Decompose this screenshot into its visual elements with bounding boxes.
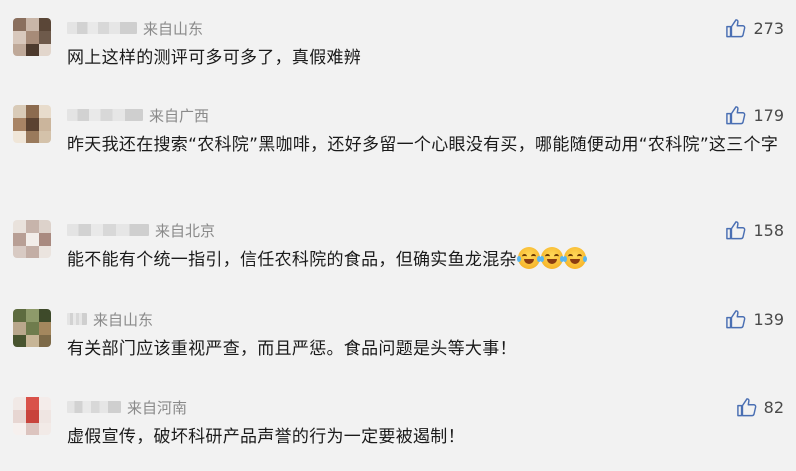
- avatar-pixel: [13, 335, 26, 347]
- avatar-pixel: [39, 105, 51, 118]
- avatar-pixel: [39, 397, 51, 410]
- like-count: 82: [763, 397, 784, 417]
- avatar-pixel: [13, 246, 26, 258]
- like-count: 273: [753, 18, 784, 38]
- laughing-tears-emoji: [539, 247, 564, 269]
- avatar-pixel: [26, 246, 39, 258]
- like-count: 139: [753, 309, 784, 329]
- avatar-pixel: [39, 18, 51, 31]
- avatar-pixel: [26, 118, 39, 131]
- avatar-pixel: [13, 31, 26, 44]
- avatar-pixel: [26, 233, 39, 246]
- like-count: 179: [753, 105, 784, 125]
- avatar-pixel: [13, 220, 26, 233]
- avatar-pixel: [26, 44, 39, 56]
- like-button[interactable]: 179: [725, 105, 784, 125]
- location-label: 来自河南: [127, 398, 188, 417]
- avatar-pixel: [39, 220, 51, 233]
- avatar-pixel: [26, 309, 39, 322]
- avatar-pixel: [26, 131, 39, 143]
- laughing-tears-emoji: [562, 247, 587, 269]
- location-label: 来自广西: [149, 106, 210, 125]
- avatar-pixel: [39, 118, 51, 131]
- avatar-pixel: [26, 322, 39, 335]
- comment-text: 虚假宣传，破坏科研产品声誉的行为一定要被遏制！: [67, 427, 465, 447]
- avatar-pixel: [39, 410, 51, 423]
- avatar[interactable]: [13, 397, 51, 435]
- comment-item: 来自北京 能不能有个统一指引，信任农科院的食品，但确实鱼龙混杂 158: [0, 220, 796, 280]
- avatar-pixel: [26, 220, 39, 233]
- thumbs-up-icon: [726, 106, 746, 125]
- avatar[interactable]: [13, 18, 51, 56]
- username-blurred[interactable]: [67, 22, 137, 34]
- thumbs-up-icon: [736, 398, 757, 417]
- like-button[interactable]: 158: [725, 220, 784, 240]
- avatar-pixel: [26, 423, 39, 435]
- like-button[interactable]: 82: [736, 397, 784, 417]
- avatar-pixel: [39, 44, 51, 56]
- avatar-pixel: [26, 105, 39, 118]
- avatar-pixel: [39, 309, 51, 322]
- avatar-pixel: [13, 105, 26, 118]
- username-blurred[interactable]: [67, 109, 143, 121]
- username-blurred[interactable]: [67, 401, 121, 413]
- avatar-pixel: [13, 118, 26, 131]
- avatar-pixel: [26, 18, 39, 31]
- avatar-pixel: [26, 335, 39, 347]
- username-blurred[interactable]: [67, 313, 87, 325]
- like-button[interactable]: 139: [725, 309, 784, 329]
- avatar-pixel: [13, 410, 26, 423]
- comment-list: 来自山东 网上这样的测评可多可多了，真假难辨 273 来自广西 昨天我还在搜索“…: [0, 0, 796, 471]
- comment-text: 昨天我还在搜索“农科院”黑咖啡，还好多留一个心眼没有买，哪能随便动用“农科院”这…: [67, 135, 779, 155]
- avatar-pixel: [39, 246, 51, 258]
- avatar[interactable]: [13, 220, 51, 258]
- comment-item: 来自山东 有关部门应该重视严查，而且严惩。食品问题是头等大事！ 139: [0, 309, 796, 369]
- thumbs-up-icon: [726, 221, 746, 240]
- comment-text: 有关部门应该重视严查，而且严惩。食品问题是头等大事！: [67, 339, 517, 359]
- avatar-pixel: [13, 233, 26, 246]
- avatar-pixel: [13, 44, 26, 56]
- comment-item: 来自山东 网上这样的测评可多可多了，真假难辨 273: [0, 18, 796, 78]
- username-blurred[interactable]: [67, 224, 149, 236]
- location-label: 来自山东: [143, 19, 204, 38]
- avatar-pixel: [26, 410, 39, 423]
- avatar[interactable]: [13, 309, 51, 347]
- avatar-pixel: [39, 31, 51, 44]
- avatar-pixel: [39, 322, 51, 335]
- comment-item: 来自广西 昨天我还在搜索“农科院”黑咖啡，还好多留一个心眼没有买，哪能随便动用“…: [0, 105, 796, 195]
- avatar-pixel: [26, 31, 39, 44]
- comment-text: 能不能有个统一指引，信任农科院的食品，但确实鱼龙混杂: [67, 246, 777, 274]
- avatar-pixel: [39, 233, 51, 246]
- avatar-pixel: [39, 131, 51, 143]
- avatar-pixel: [39, 335, 51, 347]
- comment-text-body: 能不能有个统一指引，信任农科院的食品，但确实鱼龙混杂: [67, 250, 517, 270]
- avatar-pixel: [13, 322, 26, 335]
- avatar-pixel: [39, 423, 51, 435]
- avatar-pixel: [13, 131, 26, 143]
- location-label: 来自北京: [155, 221, 216, 240]
- like-count: 158: [753, 220, 784, 240]
- like-button[interactable]: 273: [725, 18, 784, 38]
- avatar-pixel: [26, 397, 39, 410]
- comment-item: 来自河南 虚假宣传，破坏科研产品声誉的行为一定要被遏制！ 82: [0, 397, 796, 457]
- avatar-pixel: [13, 18, 26, 31]
- thumbs-up-icon: [726, 310, 746, 329]
- location-label: 来自山东: [93, 310, 154, 329]
- comment-text: 网上这样的测评可多可多了，真假难辨: [67, 48, 362, 68]
- thumbs-up-icon: [726, 19, 746, 38]
- avatar-pixel: [13, 309, 26, 322]
- avatar[interactable]: [13, 105, 51, 143]
- avatar-pixel: [13, 397, 26, 410]
- laughing-tears-emoji: [516, 247, 541, 269]
- avatar-pixel: [13, 423, 26, 435]
